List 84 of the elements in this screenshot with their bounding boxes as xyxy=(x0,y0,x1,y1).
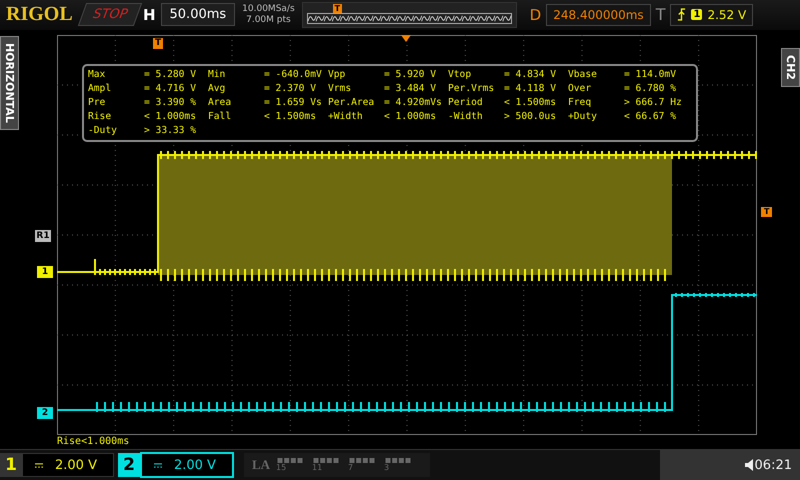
measurement-value: < 66.67 % xyxy=(624,110,677,124)
channel-scale: 2.00 V xyxy=(55,458,97,472)
measurement-value: = 4.834 V xyxy=(504,68,557,82)
delay-field[interactable]: 248.400000ms xyxy=(546,4,651,26)
measurement-value: = 4.118 V xyxy=(504,82,557,96)
measurement-value: = 1.659 Vs xyxy=(264,96,323,110)
measurement-label: Freq xyxy=(568,96,592,110)
rising-edge-icon xyxy=(677,8,686,22)
trigger-position-marker[interactable]: T xyxy=(153,38,164,49)
waveform-overview-icon xyxy=(306,12,512,24)
measurement-label: Vtop xyxy=(448,68,472,82)
measurement-label: -Width xyxy=(448,110,484,124)
trigger-position-marker: T xyxy=(332,4,342,13)
measurement-label: Area xyxy=(208,96,232,110)
measurement-value: = 5.920 V xyxy=(384,68,437,82)
measurement-label: Pre xyxy=(88,96,106,110)
measurement-value: = 3.390 % xyxy=(144,96,197,110)
digital-channel-number: 15 xyxy=(276,463,286,472)
digital-channel-number: 3 xyxy=(384,463,390,472)
channel-label[interactable]: 1 xyxy=(0,453,22,477)
measurement-label: -Duty xyxy=(88,124,118,138)
channel-menu-tab[interactable]: CH2 xyxy=(781,48,800,87)
measurement-value: = 3.484 V xyxy=(384,82,437,96)
digital-channel-icon xyxy=(312,458,340,463)
measurement-label: Per.Area xyxy=(328,96,376,110)
dc-coupling-icon xyxy=(154,462,162,468)
digital-channel-number: 7 xyxy=(348,463,354,472)
measurement-label: Per.Vrms xyxy=(448,82,496,96)
measurement-value: = 4.716 V xyxy=(144,82,197,96)
trigger-settings[interactable]: 1 2.52 V xyxy=(670,4,754,26)
measurement-value: = -640.0mV xyxy=(264,68,323,82)
memory-depth: 7.00M pts xyxy=(246,14,291,26)
logic-analyzer-label: LA xyxy=(252,457,270,473)
delay-label: D xyxy=(530,6,542,24)
digital-channel-icon xyxy=(384,458,412,463)
trigger-level-marker[interactable]: T xyxy=(761,206,772,217)
measurement-value: = 6.780 % xyxy=(624,82,677,96)
horizontal-label: H xyxy=(142,6,156,24)
trigger-delay-icon xyxy=(401,34,411,42)
horizontal-menu-tab[interactable]: HORIZONTAL xyxy=(0,36,19,130)
measurement-label: +Duty xyxy=(568,110,598,124)
measurement-label: Vrms xyxy=(328,82,352,96)
channel-label[interactable]: 2 xyxy=(118,453,140,477)
measurement-label: Over xyxy=(568,82,592,96)
trigger-source: 1 xyxy=(691,9,702,20)
digital-channel-icon xyxy=(348,458,376,463)
brand-logo: RIGOL xyxy=(6,3,73,26)
digital-channel-number: 11 xyxy=(312,463,322,472)
measurement-label: Avg xyxy=(208,82,226,96)
measurement-value: < 1.000ms xyxy=(384,110,437,124)
measurement-label: +Width xyxy=(328,110,364,124)
sample-rate: 10.00MSa/s xyxy=(242,4,295,15)
digital-channel-icon xyxy=(276,458,304,463)
measurement-value: > 666.7 Hz xyxy=(624,96,683,110)
trigger-level: 2.52 V xyxy=(707,8,746,22)
channel-scale: 2.00 V xyxy=(174,458,216,472)
clock-time: 06:21 xyxy=(754,458,792,472)
measurement-value: < 1.000ms xyxy=(144,110,197,124)
trigger-label: T xyxy=(656,5,666,24)
measurement-label: Vbase xyxy=(568,68,598,82)
measurement-value: = 114.0mV xyxy=(624,68,677,82)
measurement-value: < 1.500ms xyxy=(504,96,557,110)
measurement-label: Vpp xyxy=(328,68,346,82)
measurement-label: Rise xyxy=(88,110,112,124)
channel-scale-field[interactable]: 2.00 V xyxy=(22,453,114,477)
measurement-label: Fall xyxy=(208,110,232,124)
measurement-value: > 500.0us xyxy=(504,110,557,124)
timebase-field[interactable]: 50.00ms xyxy=(160,3,236,26)
measurement-value: < 1.500ms xyxy=(264,110,317,124)
channel-marker[interactable]: 1 xyxy=(37,266,53,278)
channel-marker[interactable]: 2 xyxy=(37,406,53,419)
measurement-label: Max xyxy=(88,68,106,82)
speaker-icon[interactable] xyxy=(744,459,753,471)
measurement-value: = 4.920mVs xyxy=(384,96,443,110)
channel-scale-field[interactable]: 2.00 V xyxy=(140,452,234,478)
dc-coupling-icon xyxy=(35,462,43,468)
measurement-value: = 5.280 V xyxy=(144,68,197,82)
measurement-label: Ampl xyxy=(88,82,112,96)
measurement-value: = 2.370 V xyxy=(264,82,317,96)
measurement-value: > 33.33 % xyxy=(144,124,197,138)
measurement-label: Min xyxy=(208,68,226,82)
reference-marker[interactable]: R1 xyxy=(35,230,51,242)
measurement-label: Period xyxy=(448,96,484,110)
measurement-readout: Rise<1.000ms xyxy=(57,436,130,447)
